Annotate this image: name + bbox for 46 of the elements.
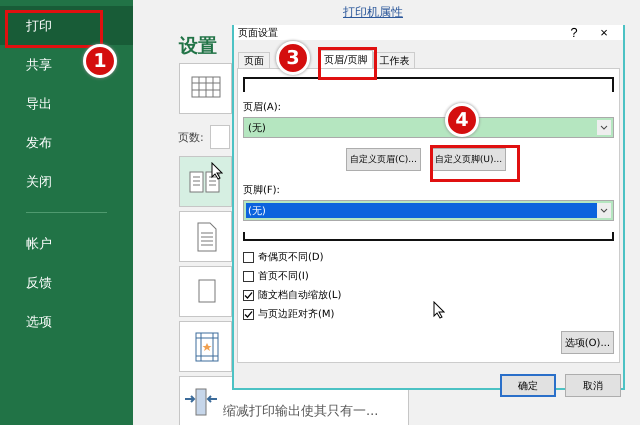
ok-button[interactable]: 确定 bbox=[500, 374, 556, 397]
footer-dropdown[interactable]: (无) bbox=[243, 200, 614, 221]
setting-tile[interactable] bbox=[179, 211, 232, 262]
sidebar-item[interactable]: 帐户 bbox=[0, 224, 62, 263]
setting-tile[interactable] bbox=[179, 156, 232, 207]
options-button[interactable]: 选项(O)... bbox=[560, 331, 614, 354]
sidebar-item[interactable]: 导出 bbox=[0, 84, 62, 123]
sidebar-item[interactable]: 选项 bbox=[0, 302, 62, 341]
cancel-button[interactable]: 取消 bbox=[565, 374, 621, 397]
sidebar-item[interactable]: 反馈 bbox=[0, 263, 62, 302]
checkbox-option[interactable]: 奇偶页不同(D) bbox=[243, 250, 614, 264]
sidebar-item[interactable]: 共享 bbox=[0, 45, 62, 84]
header-label: 页眉(A): bbox=[243, 101, 282, 114]
settings-heading: 设置 bbox=[179, 34, 217, 59]
setting-tile[interactable] bbox=[179, 63, 232, 114]
cursor-icon bbox=[211, 162, 223, 180]
pages-field[interactable] bbox=[210, 125, 230, 149]
sidebar-item[interactable]: 打印 bbox=[0, 6, 133, 45]
setting-tile[interactable] bbox=[179, 266, 232, 317]
close-button[interactable]: × bbox=[589, 25, 619, 40]
footer-label: 页脚(F): bbox=[243, 184, 281, 197]
checkbox-option[interactable]: 随文档自动缩放(L) bbox=[243, 288, 614, 302]
pages-label: 页数: bbox=[178, 130, 204, 144]
check-icon bbox=[244, 290, 253, 300]
printer-properties-link[interactable]: 打印机属性 bbox=[343, 4, 403, 21]
sidebar-item[interactable]: 发布 bbox=[0, 123, 62, 162]
dialog-tab[interactable]: 工作表 bbox=[373, 52, 416, 68]
checkbox[interactable] bbox=[243, 290, 254, 300]
setting-tile[interactable] bbox=[179, 321, 232, 372]
custom-button[interactable]: 自定义页脚(U)... bbox=[430, 148, 506, 171]
chevron-icon bbox=[600, 208, 608, 213]
checkbox-option[interactable]: 与页边距对齐(M) bbox=[243, 307, 614, 321]
highlight-frame bbox=[318, 47, 377, 80]
checkbox[interactable] bbox=[243, 308, 254, 320]
cursor-icon bbox=[433, 301, 445, 319]
custom-button[interactable]: 自定义页眉(C)... bbox=[346, 148, 421, 171]
sidebar-item[interactable]: 关闭 bbox=[0, 162, 62, 201]
checkbox-option[interactable]: 首页不同(I) bbox=[243, 269, 614, 283]
chevron-icon bbox=[600, 125, 608, 130]
dialog-tab[interactable]: 页眉/页脚 bbox=[318, 50, 374, 68]
checkbox[interactable] bbox=[243, 270, 254, 282]
help-button[interactable]: ? bbox=[559, 25, 589, 40]
check-icon bbox=[244, 310, 253, 318]
dialog-tab[interactable]: 页面 bbox=[238, 52, 270, 68]
dialog-title: 页面设置 bbox=[238, 26, 279, 40]
checkbox[interactable] bbox=[243, 252, 254, 262]
